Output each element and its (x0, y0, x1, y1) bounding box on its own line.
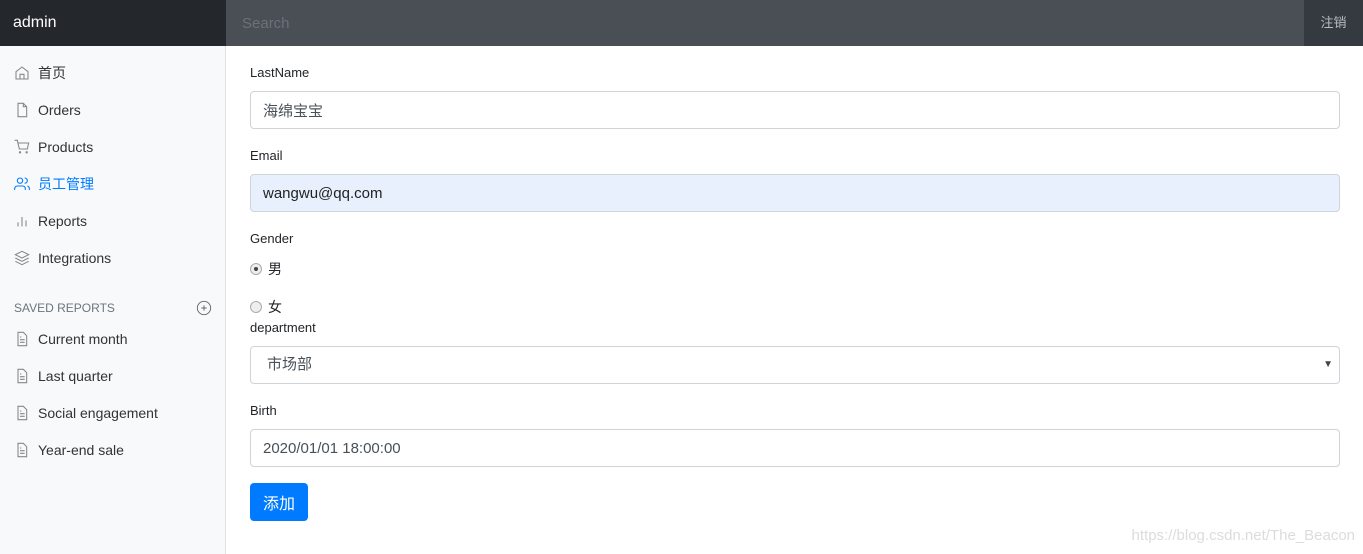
department-label: department (250, 320, 316, 335)
lastname-label: LastName (250, 65, 310, 80)
gender-radio-female[interactable]: 女 (250, 297, 282, 317)
saved-report-label: Year-end sale (38, 442, 124, 458)
sidebar-item-label: Reports (38, 213, 88, 229)
layers-icon (14, 250, 30, 266)
bar-chart-icon (17, 217, 27, 227)
sidebar-item-label: 首页 (38, 65, 66, 81)
saved-reports-heading: SAVED REPORTS (14, 300, 212, 316)
shopping-cart-icon (14, 139, 30, 154)
file-text-icon (17, 331, 28, 347)
sidebar-item-label: Orders (38, 102, 81, 118)
plus-circle-icon[interactable] (196, 300, 212, 316)
saved-report-item[interactable]: Current month (14, 329, 127, 349)
watermark: https://blog.csdn.net/The_Beacon (1131, 527, 1355, 544)
radio-label: 男 (268, 261, 282, 277)
add-button[interactable]: 添加 (250, 483, 308, 521)
sidebar-item-products[interactable]: Products (14, 137, 93, 157)
radio-button[interactable] (250, 301, 262, 313)
sidebar-item-label: Products (38, 139, 94, 155)
email-label: Email (250, 148, 283, 163)
radio-button[interactable] (250, 263, 262, 275)
users-icon (14, 177, 30, 190)
signout-link[interactable]: 注销 (1304, 0, 1363, 46)
radio-label: 女 (268, 299, 282, 315)
sidebar-item-home[interactable]: 首页 (14, 63, 66, 83)
sidebar: 首页 Orders Products 员工管理 Reports Integrat… (0, 46, 226, 554)
saved-report-label: Current month (38, 331, 128, 347)
saved-report-label: Last quarter (38, 368, 113, 384)
saved-report-label: Social engagement (38, 405, 158, 421)
sidebar-item-orders[interactable]: Orders (14, 100, 81, 120)
file-text-icon (17, 405, 28, 421)
birth-label: Birth (250, 403, 277, 418)
lastname-input[interactable] (250, 91, 1340, 129)
sidebar-item-employees[interactable]: 员工管理 (14, 174, 94, 194)
department-select[interactable]: 市场部 ▼ (250, 346, 1340, 384)
caret-down-icon: ▼ (1323, 359, 1333, 370)
search-input[interactable] (226, 0, 1304, 46)
gender-radio-male[interactable]: 男 (250, 259, 282, 279)
heading-label: SAVED REPORTS (14, 301, 115, 315)
sidebar-item-integrations[interactable]: Integrations (14, 248, 111, 268)
saved-report-item[interactable]: Last quarter (14, 366, 113, 386)
sidebar-item-label: Integrations (38, 250, 112, 266)
saved-report-item[interactable]: Year-end sale (14, 440, 124, 460)
home-icon (15, 66, 29, 80)
department-value: 市场部 (267, 356, 313, 373)
navbar: admin 注销 (0, 0, 1363, 46)
file-text-icon (17, 368, 28, 384)
email-input[interactable] (250, 174, 1340, 212)
file-icon (17, 102, 28, 118)
saved-report-item[interactable]: Social engagement (14, 403, 158, 423)
gender-label: Gender (250, 231, 294, 246)
file-text-icon (17, 442, 28, 458)
sidebar-item-label: 员工管理 (38, 176, 94, 192)
sidebar-item-reports[interactable]: Reports (14, 211, 87, 231)
brand[interactable]: admin (0, 0, 226, 46)
birth-input[interactable] (250, 429, 1340, 467)
